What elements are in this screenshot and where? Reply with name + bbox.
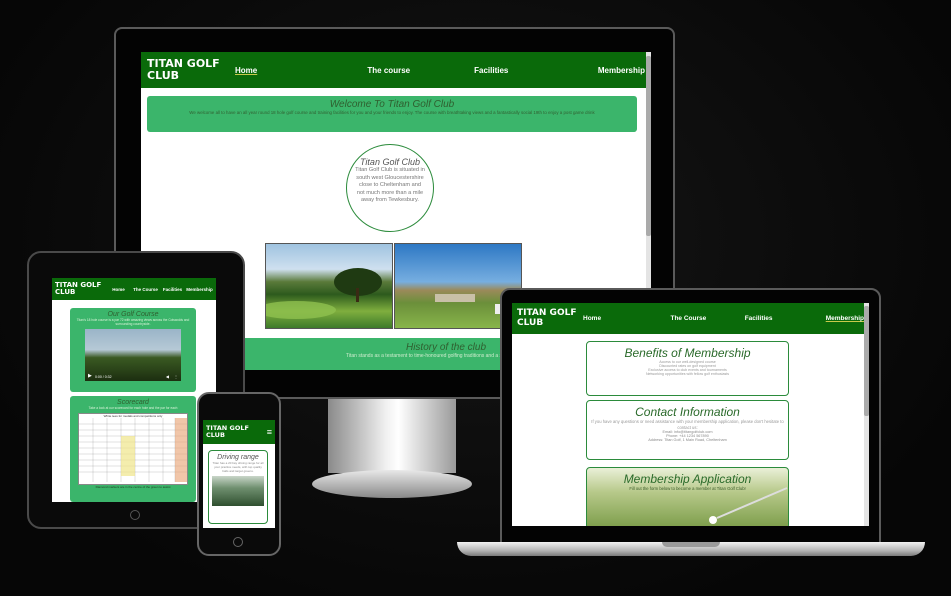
play-icon[interactable]: ▶ bbox=[88, 373, 92, 379]
application-card: Membership Application Fill out the form… bbox=[586, 467, 789, 526]
tablet-brand[interactable]: TITAN GOLF CLUB bbox=[55, 281, 105, 297]
phone-screen: TITAN GOLF CLUB ≡ Driving range Titan ha… bbox=[203, 420, 275, 528]
tree-illustration bbox=[266, 268, 382, 319]
scorecard-table: White tees for medals and competitions o… bbox=[78, 413, 188, 485]
welcome-text: We welcome all to have an all year round… bbox=[189, 110, 595, 115]
intro-circle: Titan Golf Club Titan Golf Club is situa… bbox=[346, 144, 434, 232]
contact-address: Address: Titan Golf, 1 Main Road, Chelte… bbox=[648, 438, 727, 442]
tablet-screen: TITAN GOLF CLUB Home The Course Faciliti… bbox=[52, 278, 216, 502]
nav-membership[interactable]: Membership bbox=[186, 287, 213, 292]
application-title: Membership Application bbox=[623, 472, 752, 486]
scorecard-title: Scorecard bbox=[117, 399, 149, 406]
welcome-box: Welcome To Titan Golf Club We welcome al… bbox=[147, 96, 637, 132]
more-options-icon[interactable]: ⋮ bbox=[174, 374, 178, 379]
volume-icon[interactable]: ◀ bbox=[166, 374, 169, 379]
monitor-neck bbox=[328, 399, 456, 473]
nav-home[interactable]: Home bbox=[583, 315, 653, 322]
nav-home[interactable]: Home bbox=[235, 66, 338, 75]
driving-range-photo bbox=[212, 476, 264, 506]
hamburger-icon[interactable]: ≡ bbox=[267, 427, 272, 437]
circle-title: Titan Golf Club bbox=[360, 157, 420, 167]
scorecard-grid bbox=[79, 418, 187, 482]
laptop-scroll-thumb[interactable] bbox=[864, 306, 869, 416]
benefits-title: Benefits of Membership bbox=[624, 346, 751, 360]
driving-range-text: Titan has a 20 bay driving range for all… bbox=[212, 461, 264, 473]
nav-the-course[interactable]: The Course bbox=[132, 287, 159, 292]
scorecard-text: Take a look at our scorecard for each ho… bbox=[88, 406, 178, 410]
laptop-trackpad-notch bbox=[662, 542, 720, 547]
contact-card: Contact Information If you have any ques… bbox=[586, 400, 789, 460]
course-title: Our Golf Course bbox=[107, 311, 159, 318]
brand-line2: CLUB bbox=[517, 317, 544, 328]
phone-brand[interactable]: TITAN GOLF CLUB bbox=[206, 425, 249, 439]
brand-line2: CLUB bbox=[206, 431, 225, 439]
nav-membership[interactable]: Membership bbox=[543, 66, 645, 75]
laptop-navbar: TITAN GOLF CLUB Home The Course Faciliti… bbox=[512, 303, 869, 334]
nav-membership[interactable]: Membership bbox=[794, 315, 864, 322]
contact-text: If you have any questions or need assist… bbox=[591, 419, 784, 430]
nav-facilities[interactable]: Facilities bbox=[440, 66, 543, 75]
desktop-navbar: TITAN GOLF CLUB Home The course Faciliti… bbox=[141, 52, 651, 88]
laptop-screen: TITAN GOLF CLUB Home The Course Faciliti… bbox=[512, 303, 869, 526]
contact-title: Contact Information bbox=[635, 405, 740, 419]
desktop-scroll-thumb[interactable] bbox=[646, 56, 651, 236]
phone-home-button[interactable] bbox=[233, 537, 243, 547]
video-time: 0:00 / 0:32 bbox=[95, 375, 112, 379]
nav-the-course[interactable]: The Course bbox=[653, 315, 723, 322]
course-section: Our Golf Course Titan's 18 hole course i… bbox=[70, 308, 196, 392]
monitor-base bbox=[312, 470, 472, 498]
benefits-card: Benefits of Membership Access to our wel… bbox=[586, 341, 789, 396]
desktop-brand[interactable]: TITAN GOLF CLUB bbox=[147, 58, 235, 81]
nav-facilities[interactable]: Facilities bbox=[724, 315, 794, 322]
mockup-stage: TITAN GOLF CLUB Home The course Faciliti… bbox=[0, 0, 951, 596]
brand-line2: CLUB bbox=[55, 288, 76, 296]
tablet-home-button[interactable] bbox=[130, 510, 140, 520]
course-text: Titan's 18 hole course is a par 72 with … bbox=[76, 318, 190, 326]
nav-facilities[interactable]: Facilities bbox=[159, 287, 186, 292]
scorecard-section: Scorecard Take a look at our scorecard f… bbox=[70, 396, 196, 502]
benefits-item: Networking opportunities with fellow gol… bbox=[645, 372, 730, 376]
nav-home[interactable]: Home bbox=[105, 287, 132, 292]
application-text: Fill out the form below to become a memb… bbox=[629, 486, 746, 491]
driving-range-title: Driving range bbox=[217, 454, 259, 461]
course-photo-left bbox=[265, 243, 393, 329]
circle-text: Titan Golf Club is situated in south wes… bbox=[355, 167, 425, 203]
nav-the-course[interactable]: The course bbox=[338, 66, 441, 75]
laptop-brand[interactable]: TITAN GOLF CLUB bbox=[517, 308, 583, 328]
brand-line2: CLUB bbox=[147, 69, 180, 82]
welcome-title: Welcome To Titan Golf Club bbox=[329, 99, 455, 110]
driving-range-card: Driving range Titan has a 20 bay driving… bbox=[208, 450, 268, 524]
course-video[interactable]: ▶ 0:00 / 0:32 ◀ ⋮ bbox=[85, 329, 181, 381]
phone-navbar: TITAN GOLF CLUB ≡ bbox=[203, 420, 275, 444]
tablet-navbar: TITAN GOLF CLUB Home The Course Faciliti… bbox=[52, 278, 216, 300]
